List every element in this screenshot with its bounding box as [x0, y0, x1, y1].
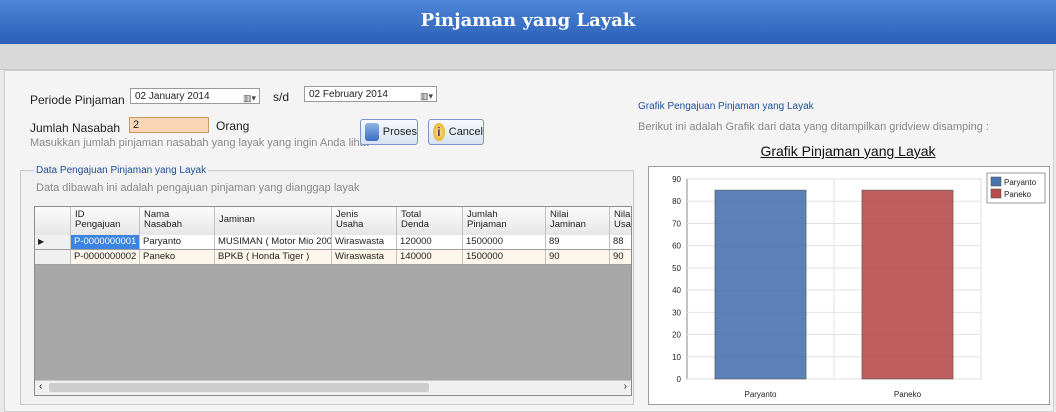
title-bar: Pinjaman yang Layak — [0, 0, 1056, 45]
legend-swatch — [990, 188, 1002, 199]
date-from-value: 02 January 2014 — [135, 91, 210, 102]
horizontal-scrollbar[interactable]: ‹ › — [35, 380, 631, 395]
column-header[interactable]: ID Pengajuan — [71, 207, 140, 235]
process-icon — [365, 123, 379, 141]
toolbar-band — [0, 44, 1056, 70]
table-cell[interactable]: Wiraswasta — [332, 235, 397, 249]
date-to-picker[interactable]: 02 February 2014 ▥▾ — [304, 86, 437, 102]
data-grid[interactable]: ID Pengajuan Nama Nasabah Jaminan Jenis … — [34, 206, 632, 396]
column-header-text: ID Pengajuan — [75, 209, 121, 230]
table-cell[interactable]: 1500000 — [463, 235, 546, 249]
y-tick-label: 10 — [672, 353, 681, 362]
column-header-text: Jenis Usaha — [336, 209, 364, 230]
row-selector[interactable]: ▶ — [35, 235, 71, 249]
data-group-subtitle: Data dibawah ini adalah pengajuan pinjam… — [36, 182, 360, 194]
proses-label: Proses — [382, 126, 417, 138]
legend-label: Paryanto — [1004, 178, 1037, 187]
column-header-text: Jaminan — [219, 214, 255, 225]
column-header[interactable]: Jenis Usaha — [332, 207, 397, 235]
y-tick-label: 50 — [672, 264, 681, 273]
column-header[interactable]: Nila Usa — [610, 207, 631, 235]
y-tick-label: 60 — [672, 242, 681, 251]
table-cell[interactable]: BPKB ( Honda Tiger ) — [215, 250, 332, 264]
row-selector[interactable] — [35, 250, 71, 264]
table-cell[interactable]: Wiraswasta — [332, 250, 397, 264]
column-header-text: Jumlah Pinjaman — [467, 209, 507, 230]
bar — [861, 189, 954, 380]
calendar-dropdown-icon[interactable]: ▥▾ — [243, 90, 256, 106]
column-header[interactable]: Total Denda — [397, 207, 463, 235]
sd-label: s/d — [273, 90, 290, 104]
y-tick-label: 0 — [677, 375, 682, 384]
table-cell[interactable]: P-0000000001 — [71, 235, 140, 249]
bar — [714, 189, 807, 380]
column-header[interactable]: Nilai Jaminan — [546, 207, 610, 235]
column-header[interactable]: Nama Nasabah — [140, 207, 215, 235]
table-cell[interactable]: 90 — [610, 250, 631, 264]
column-header[interactable]: Jaminan — [215, 207, 332, 235]
chart-section-description: Berikut ini adalah Grafik dari data yang… — [638, 121, 989, 133]
table-cell[interactable]: Paneko — [140, 250, 215, 264]
bar-chart: 0 10 20 30 40 50 60 70 80 90 Paryanto Paneko Paryant… — [672, 172, 1046, 399]
orang-label: Orang — [216, 119, 250, 133]
y-tick-label: 90 — [672, 175, 681, 184]
scroll-left-icon[interactable]: ‹ — [39, 381, 42, 392]
y-tick-label: 70 — [672, 219, 681, 228]
table-cell[interactable]: 120000 — [397, 235, 463, 249]
table-cell[interactable]: 1500000 — [463, 250, 546, 264]
jumlah-nasabah-input[interactable]: 2 — [129, 117, 209, 133]
column-header-text: Nama Nasabah — [144, 209, 183, 230]
table-cell[interactable]: MUSIMAN ( Motor Mio 2009 ) — [215, 235, 332, 249]
chart-container: 0 10 20 30 40 50 60 70 80 90 Paryanto Paneko Paryant… — [648, 166, 1050, 405]
date-from-picker[interactable]: 02 January 2014 ▥▾ — [130, 88, 260, 104]
table-cell[interactable]: 89 — [546, 235, 610, 249]
chart-title: Grafik Pinjaman yang Layak — [760, 143, 936, 159]
periode-label: Periode Pinjaman — [30, 93, 125, 107]
cancel-label: Cancel — [448, 126, 483, 138]
row-header-corner — [35, 207, 71, 235]
info-icon: i — [433, 123, 445, 141]
data-group-title: Data Pengajuan Pinjaman yang Layak — [34, 165, 209, 176]
y-tick-label: 30 — [672, 308, 681, 317]
y-tick-label: 20 — [672, 331, 681, 340]
calendar-dropdown-icon[interactable]: ▥▾ — [420, 88, 433, 104]
table-row[interactable]: P-0000000002 Paneko BPKB ( Honda Tiger )… — [35, 250, 631, 265]
grid-header: ID Pengajuan Nama Nasabah Jaminan Jenis … — [35, 207, 631, 236]
table-cell[interactable]: P-0000000002 — [71, 250, 140, 264]
window-title: Pinjaman yang Layak — [420, 10, 636, 31]
column-header-text: Total Denda — [401, 209, 429, 230]
date-to-value: 02 February 2014 — [309, 89, 388, 100]
current-row-arrow-icon: ▶ — [38, 237, 45, 246]
scrollbar-thumb[interactable] — [49, 383, 429, 392]
x-tick-label: Paneko — [894, 390, 922, 399]
legend-label: Paneko — [1004, 190, 1032, 199]
table-cell[interactable]: 88 — [610, 235, 631, 249]
proses-button[interactable]: Proses — [360, 119, 418, 145]
jumlah-nasabah-label: Jumlah Nasabah — [30, 121, 121, 135]
column-header-text: Nila Usa — [614, 209, 631, 230]
table-row[interactable]: ▶ P-0000000001 Paryanto MUSIMAN ( Motor … — [35, 235, 631, 250]
y-tick-label: 80 — [672, 197, 681, 206]
cancel-button[interactable]: i Cancel — [428, 119, 484, 145]
table-cell[interactable]: 90 — [546, 250, 610, 264]
x-tick-label: Paryanto — [744, 390, 777, 399]
scroll-right-icon[interactable]: › — [624, 381, 627, 392]
y-tick-label: 40 — [672, 286, 681, 295]
chart-section-heading: Grafik Pengajuan Pinjaman yang Layak — [638, 101, 814, 112]
column-header-text: Nilai Jaminan — [550, 209, 586, 230]
hint-text: Masukkan jumlah pinjaman nasabah yang la… — [30, 137, 369, 149]
table-cell[interactable]: 140000 — [397, 250, 463, 264]
legend-swatch — [990, 176, 1002, 187]
table-cell[interactable]: Paryanto — [140, 235, 215, 249]
column-header[interactable]: Jumlah Pinjaman — [463, 207, 546, 235]
